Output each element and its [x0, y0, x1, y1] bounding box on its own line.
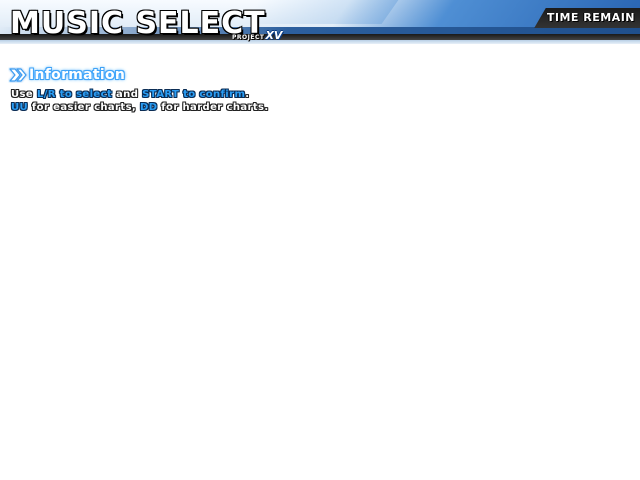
- project-logo: PROJECTXV: [232, 26, 282, 42]
- information-text: Use L/R to select and START to confirm. …: [11, 88, 269, 114]
- highlight-segment: START to confirm: [142, 89, 246, 100]
- project-version: XV: [265, 29, 283, 42]
- information-panel: Information Use L/R to select and START …: [8, 66, 269, 114]
- text-segment: for easier charts,: [28, 102, 141, 113]
- highlight-segment: DD: [140, 102, 158, 113]
- double-chevron-right-icon: [9, 68, 27, 82]
- text-segment: Use: [11, 89, 37, 100]
- text-segment: and: [112, 89, 143, 100]
- text-segment: .: [245, 89, 250, 100]
- information-header: Information: [8, 66, 269, 84]
- music-select-screen: MUSIC SELECT PROJECTXV TIME REMAIN Infor: [0, 0, 640, 480]
- highlight-segment: L/R to select: [36, 89, 113, 100]
- header-bar: MUSIC SELECT PROJECTXV TIME REMAIN: [0, 0, 640, 48]
- highlight-segment: UU: [11, 102, 29, 113]
- time-remain-label: TIME REMAIN: [546, 11, 635, 24]
- text-segment: for harder charts.: [157, 102, 269, 113]
- instruction-line-1: Use L/R to select and START to confirm.: [11, 88, 269, 101]
- project-label: PROJECT: [232, 34, 265, 41]
- information-title: Information: [29, 67, 126, 83]
- instruction-line-2: UU for easier charts, DD for harder char…: [11, 101, 269, 114]
- screen-title: MUSIC SELECT: [9, 5, 266, 42]
